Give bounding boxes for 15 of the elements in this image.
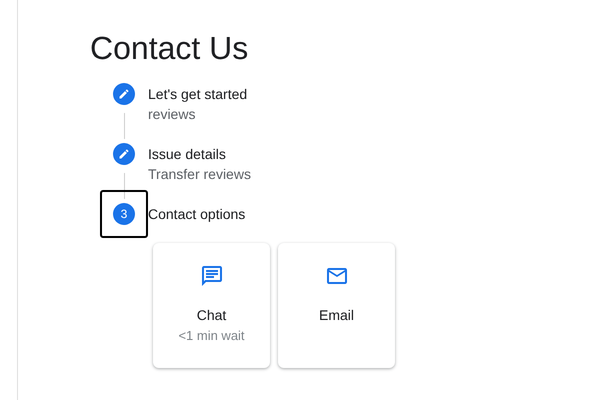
step-summary: reviews	[148, 105, 196, 123]
wait-time: <1 min wait	[178, 328, 245, 344]
step-badge[interactable]	[113, 143, 135, 165]
step-label: Issue details	[148, 145, 227, 164]
contact-option-card[interactable]: Chat <1 min wait	[153, 243, 270, 368]
step-label: Contact options	[148, 205, 246, 224]
page-title: Contact Us	[90, 29, 250, 68]
pencil-icon	[118, 88, 130, 100]
pencil-icon	[118, 148, 130, 160]
step-badge[interactable]	[113, 83, 135, 105]
contact-option-card[interactable]: Email	[278, 243, 395, 368]
chat-icon	[200, 264, 224, 288]
step-number[interactable]: 3	[113, 203, 135, 225]
step-label: Let's get started	[148, 85, 248, 104]
step-summary: Transfer reviews	[148, 165, 252, 183]
